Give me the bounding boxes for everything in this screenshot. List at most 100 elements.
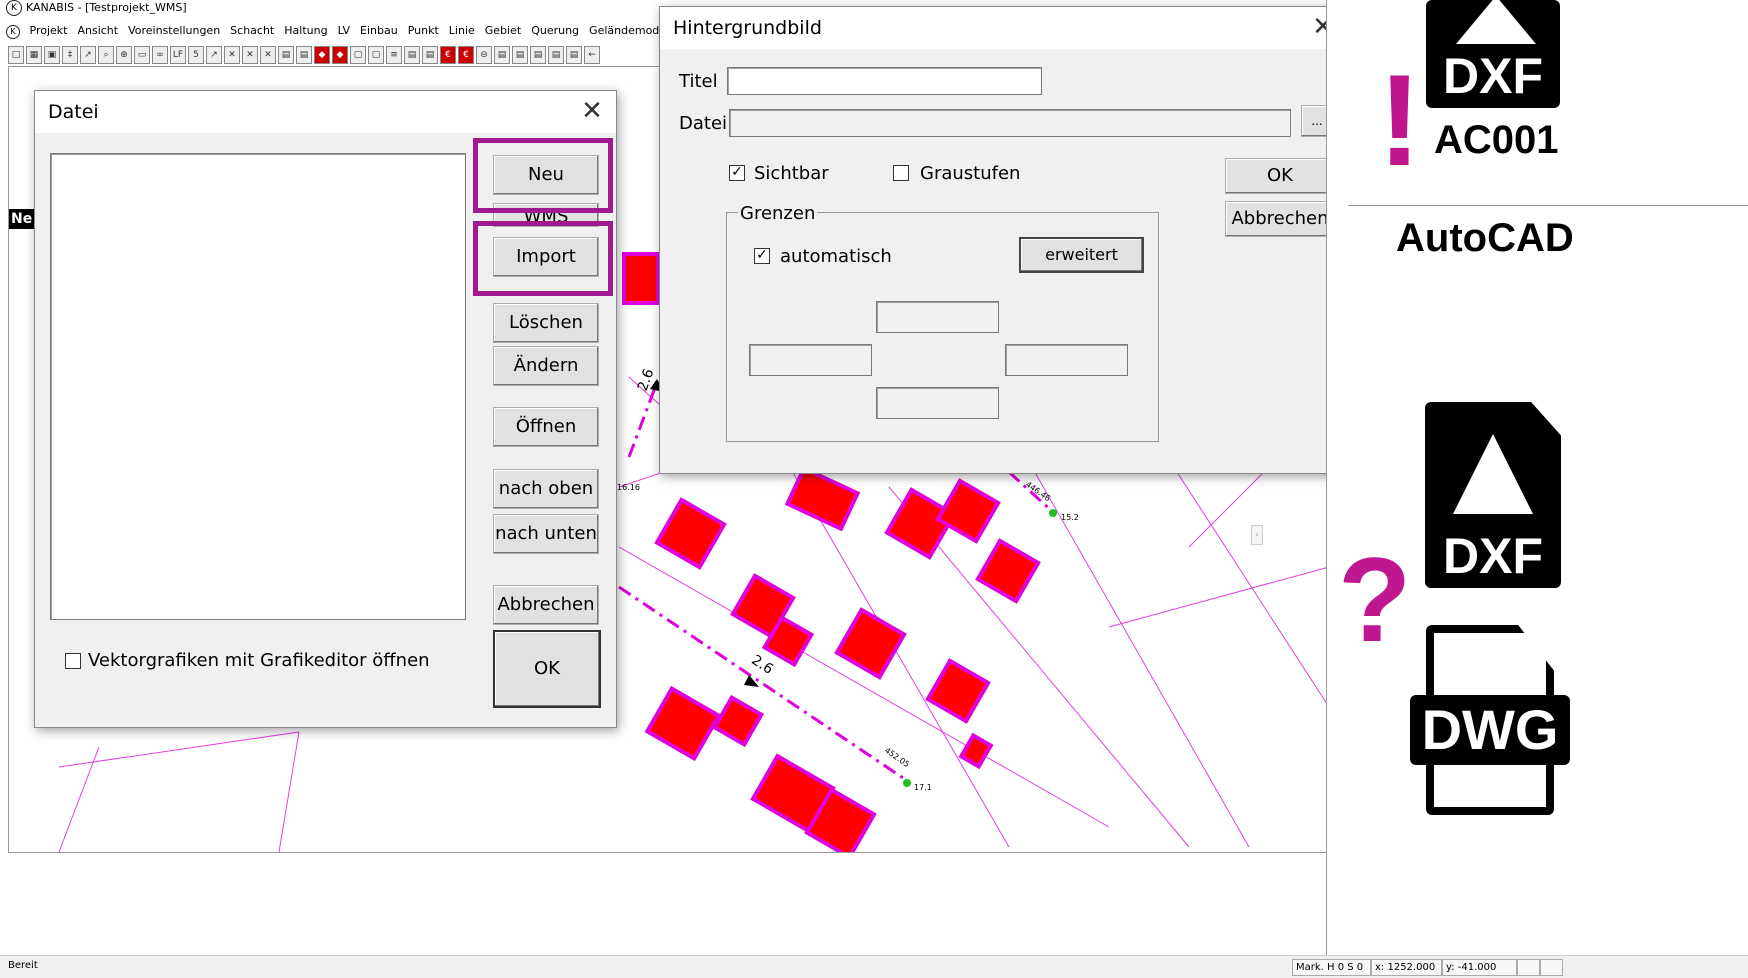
toolbar-button-icon[interactable]: ✕ [242, 46, 258, 64]
toolbar-button-icon[interactable]: ▤ [548, 46, 564, 64]
hintergrund-ok-button[interactable]: OK [1225, 158, 1335, 194]
close-icon[interactable]: ✕ [578, 98, 606, 126]
dxf-badge-label: DXF [1443, 48, 1543, 104]
toolbar-button-icon[interactable]: ▤ [566, 46, 582, 64]
menu-item-ansicht[interactable]: Ansicht [77, 24, 118, 37]
toolbar-button-icon[interactable]: ▤ [278, 46, 294, 64]
map-label: 15.2 [1061, 513, 1079, 522]
automatisch-checkbox[interactable]: ✓ [754, 248, 770, 264]
toolbar-button-icon[interactable]: ✕ [224, 46, 240, 64]
ok-button[interactable]: OK [493, 630, 601, 708]
toolbar-button-icon[interactable]: ◆ [332, 46, 348, 64]
menu-item-gebiet[interactable]: Gebiet [485, 24, 521, 37]
toolbar-button-icon[interactable]: ≡ [386, 46, 402, 64]
datei-label: Datei [679, 113, 728, 134]
grenze-unten-input[interactable] [876, 387, 999, 419]
oeffnen-button[interactable]: Öffnen [493, 407, 599, 447]
toolbar-button-icon[interactable]: ⊕ [116, 46, 132, 64]
toolbar-button-icon[interactable]: ▤ [512, 46, 528, 64]
grenze-rechts-input[interactable] [1005, 344, 1128, 376]
menu-item-schacht[interactable]: Schacht [230, 24, 274, 37]
dxf-file-icon: DXF [1425, 402, 1561, 588]
erweitert-button[interactable]: erweitert [1019, 237, 1144, 273]
datei-dialog-title: Datei [35, 91, 616, 133]
nach-unten-button[interactable]: nach unten [493, 514, 599, 554]
automatisch-label: automatisch [780, 246, 892, 267]
status-empty-cell [1517, 959, 1540, 976]
toolbar-button-icon[interactable]: ▣ [44, 46, 60, 64]
dxf-file-icon: DXF [1426, 0, 1560, 108]
building [622, 252, 660, 305]
toolbar-button-icon[interactable]: ▢ [368, 46, 384, 64]
grenze-oben-input[interactable] [876, 301, 999, 333]
status-mark: Mark. H 0 S 0 [1292, 959, 1371, 976]
status-bar: Bereit Mark. H 0 S 0 x: 1252.000 y: -41.… [0, 955, 1748, 978]
menu-item-punkt[interactable]: Punkt [408, 24, 439, 37]
kanabis-menu-icon[interactable]: K [6, 25, 20, 39]
toolbar-button-icon[interactable]: ✕ [260, 46, 276, 64]
dwg-badge-label: DWG [1410, 695, 1570, 765]
app-title: KANABIS - [Testprojekt_WMS] [26, 1, 187, 14]
nach-oben-button[interactable]: nach oben [493, 469, 599, 509]
hintergrund-abbrechen-button[interactable]: Abbrechen [1225, 201, 1335, 237]
menu-item-querung[interactable]: Querung [531, 24, 579, 37]
vektorgrafiken-label: Vektorgrafiken mit Grafikeditor öffnen [88, 650, 430, 671]
menu-item-voreinstellungen[interactable]: Voreinstellungen [128, 24, 220, 37]
highlight-neu [473, 138, 613, 213]
toolbar-button-icon[interactable]: ∞ [152, 46, 168, 64]
toolbar-button-icon[interactable]: LF [170, 46, 186, 64]
toolbar: □ ▦ ▣ ‡ ↗ ⌕ ⊕ ▭ ∞ LF 5 ↗ ✕ ✕ ✕ ▤ ▤ ◆ ◆ ▢ ▢ ≡ ▤ ▤ € € ⊖ ▤ ▤ ▤ ▤ ▤ ← [8, 44, 738, 66]
scroll-arrow-right[interactable]: › [1251, 525, 1263, 545]
autodesk-logo-icon [1456, 0, 1536, 44]
toolbar-button-icon[interactable]: ◆ [314, 46, 330, 64]
toolbar-button-icon[interactable]: ▢ [350, 46, 366, 64]
toolbar-button-icon[interactable]: ← [584, 46, 600, 64]
grenze-links-input[interactable] [749, 344, 872, 376]
map-label: 17.1 [914, 783, 932, 792]
toolbar-button-icon[interactable]: ↗ [80, 46, 96, 64]
toolbar-button-icon[interactable]: ↗ [206, 46, 222, 64]
toolbar-button-icon[interactable]: ▤ [530, 46, 546, 64]
sichtbar-label: Sichtbar [754, 163, 829, 184]
toolbar-button-icon[interactable]: ▤ [494, 46, 510, 64]
toolbar-button-icon[interactable]: ▭ [134, 46, 150, 64]
status-text: Bereit [8, 960, 38, 971]
menu-bar: K Projekt Ansicht Voreinstellungen Schacht H… [0, 24, 740, 44]
toolbar-button-icon[interactable]: € [440, 46, 456, 64]
toolbar-button-icon[interactable]: ⌕ [98, 46, 114, 64]
kanabis-logo-icon: K [6, 0, 22, 16]
dxf-badge-label: DXF [1443, 528, 1543, 584]
autocad-label: AutoCAD [1396, 216, 1574, 260]
toolbar-button-icon[interactable]: 5 [188, 46, 204, 64]
graustufen-checkbox[interactable] [893, 165, 909, 181]
toolbar-button-icon[interactable]: ⊖ [476, 46, 492, 64]
menu-item-linie[interactable]: Linie [449, 24, 475, 37]
app-titlebar: K KANABIS - [Testprojekt_WMS] [0, 0, 740, 24]
datei-input[interactable] [729, 109, 1291, 137]
vektorgrafiken-checkbox[interactable] [65, 653, 81, 669]
status-y-coordinate: y: -41.000 [1442, 959, 1517, 976]
menu-item-lv[interactable]: LV [338, 24, 350, 37]
toolbar-button-icon[interactable]: € [458, 46, 474, 64]
graustufen-label: Graustufen [920, 163, 1021, 184]
sichtbar-checkbox[interactable]: ✓ [729, 165, 745, 181]
menu-item-einbau[interactable]: Einbau [360, 24, 398, 37]
titel-input[interactable] [727, 67, 1042, 95]
toolbar-button-icon[interactable]: ▤ [422, 46, 438, 64]
toolbar-button-icon[interactable]: ▤ [404, 46, 420, 64]
dwg-file-icon: DWG [1400, 625, 1570, 820]
aendern-button[interactable]: Ändern [493, 346, 599, 386]
ac-code-label: AC001 [1434, 118, 1559, 162]
toolbar-button-icon[interactable]: ▤ [296, 46, 312, 64]
file-list[interactable] [50, 153, 466, 620]
loeschen-button[interactable]: Löschen [493, 303, 599, 343]
menu-item-haltung[interactable]: Haltung [284, 24, 327, 37]
abbrechen-button[interactable]: Abbrechen [493, 585, 599, 625]
toolbar-button-icon[interactable]: ▦ [26, 46, 42, 64]
hintergrundbild-dialog: Hintergrundbild ✕ Titel Datei ... ✓ Sich… [659, 6, 1348, 474]
toolbar-button-icon[interactable]: □ [8, 46, 24, 64]
menu-item-projekt[interactable]: Projekt [30, 24, 68, 37]
titel-label: Titel [679, 71, 718, 92]
map-label: 16.16 [617, 483, 640, 492]
toolbar-button-icon[interactable]: ‡ [62, 46, 78, 64]
